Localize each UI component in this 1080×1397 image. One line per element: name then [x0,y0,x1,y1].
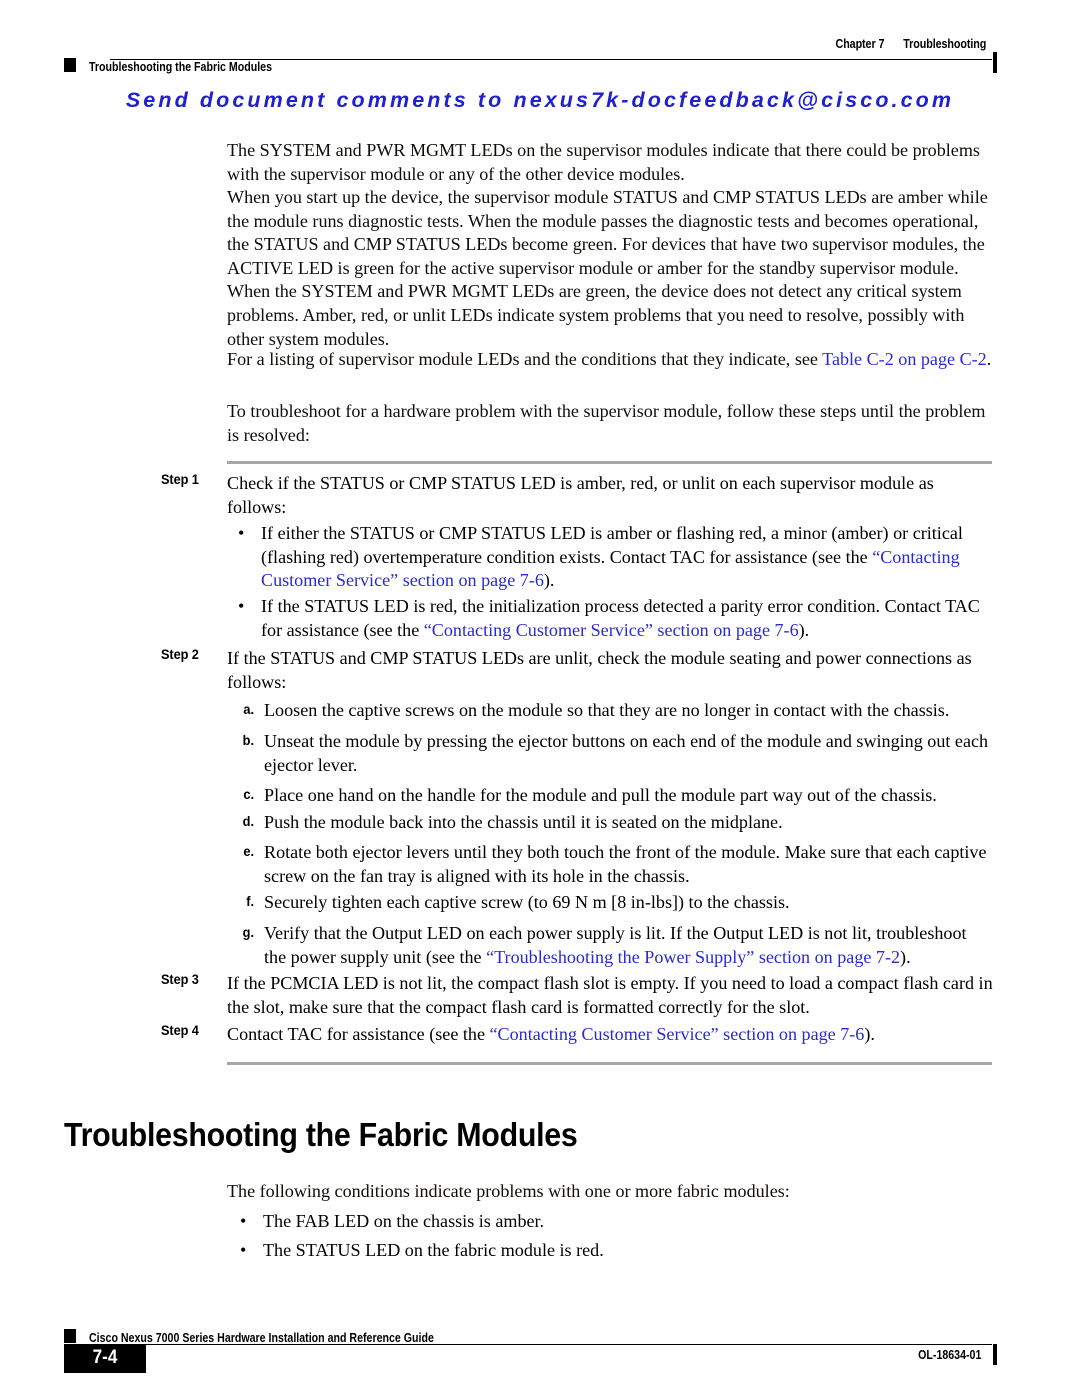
link-contacting-customer-service-3[interactable]: “Contacting Customer Service” section on… [490,1024,865,1044]
step-1-bullet-1-pre: If either the STATUS or CMP STATUS LED i… [261,523,963,567]
footer-doc-id: OL-18634-01 [917,1348,981,1362]
step-1-bullet-1-post: ). [543,570,555,591]
step-4-text: Contact TAC for assistance (see the “Con… [227,1023,993,1047]
substep-c-text: Place one hand on the handle for the mod… [264,785,937,805]
step-1-text: Check if the STATUS or CMP STATUS LED is… [227,473,934,517]
footer-rule [110,1344,992,1345]
substep-g-mark: g. [242,925,254,941]
substep-g-post: ). [900,946,911,967]
substep-f-mark: f. [246,894,254,910]
header-chapter-label: Chapter 7 [835,37,885,51]
paragraph-led-table-xref-pre: For a listing of supervisor module LEDs … [227,349,823,369]
step-4-post: ). [864,1024,875,1044]
footer-guide-title: Cisco Nexus 7000 Series Hardware Install… [89,1331,434,1345]
substep-b-text: Unseat the module by pressing the ejecto… [264,731,989,775]
fabric-bullet-1-text: The FAB LED on the chassis is amber. [263,1211,545,1231]
step-4-pre: Contact TAC for assistance (see the [227,1024,490,1044]
section-heading-troubleshooting-fabric-modules: Troubleshooting the Fabric Modules [64,1116,578,1153]
substep-e-mark: e. [243,844,254,860]
procedure-top-rule [227,461,992,464]
paragraph-led-table-xref: For a listing of supervisor module LEDs … [227,348,993,372]
step-1-label: Step 1 [161,472,199,488]
running-header: Chapter 7 Troubleshooting Troubleshooting… [0,30,1080,76]
page-footer: Cisco Nexus 7000 Series Hardware Install… [0,1320,1080,1380]
footer-page-number: 7-4 [92,1347,118,1368]
substep-e-text: Rotate both ejector levers until they bo… [264,842,987,886]
paragraph-startup-led-behavior: When you start up the device, the superv… [227,187,988,349]
header-bullet-square-icon [64,58,76,72]
substep-a-text: Loosen the captive screws on the module … [264,700,950,720]
step-3-text: If the PCMCIA LED is not lit, the compac… [227,973,993,1017]
step-2-text: If the STATUS and CMP STATUS LEDs are un… [227,648,972,692]
substep-d-text: Push the module back into the chassis un… [264,812,783,832]
fabric-bullet-2-text: The STATUS LED on the fabric module is r… [263,1240,604,1260]
bullet-mark-icon: • [240,1211,247,1231]
link-table-c2[interactable]: Table C-2 on page C-2 [822,349,987,369]
paragraph-fabric-conditions-intro: The following conditions indicate proble… [227,1181,790,1201]
header-edge-tick [993,52,997,73]
step-1-bullet-1-text: If either the STATUS or CMP STATUS LED i… [261,522,994,593]
footer-bullet-square-icon [64,1329,76,1343]
header-chapter-title: Troubleshooting [903,37,986,51]
bullet-mark-icon: • [240,1240,247,1260]
step-1-bullet-2-post: ). [798,619,810,640]
step-3-label: Step 3 [161,972,199,988]
paragraph-troubleshoot-intro: To troubleshoot for a hardware problem w… [227,401,986,445]
footer-edge-tick [993,1344,997,1365]
step-4-label: Step 4 [161,1023,199,1039]
header-running-title: Troubleshooting the Fabric Modules [89,60,273,74]
document-page: Chapter 7 Troubleshooting Troubleshooting… [0,0,1080,1397]
link-troubleshooting-power-supply[interactable]: “Troubleshooting the Power Supply” secti… [486,947,900,967]
doc-feedback-banner: Send document comments to nexus7k-docfee… [125,88,955,112]
paragraph-led-table-xref-post: . [986,349,992,369]
link-contacting-customer-service-2[interactable]: “Contacting Customer Service” section on… [424,620,799,640]
substep-b-mark: b. [242,733,254,749]
bullet-mark-icon: • [238,596,245,616]
substep-f-text: Securely tighten each captive screw (to … [264,892,790,912]
substep-c-mark: c. [243,787,254,803]
header-chapter: Chapter 7 Troubleshooting [835,37,986,51]
bullet-mark-icon: • [238,523,245,543]
substep-d-mark: d. [242,814,254,830]
paragraph-system-pwr-leds: The SYSTEM and PWR MGMT LEDs on the supe… [227,140,980,184]
step-1-bullet-2-text: If the STATUS LED is red, the initializa… [261,595,994,642]
substep-g-text: Verify that the Output LED on each power… [264,922,993,969]
substep-a-mark: a. [243,702,254,718]
step-2-label: Step 2 [161,647,199,663]
procedure-bottom-rule [227,1062,992,1065]
